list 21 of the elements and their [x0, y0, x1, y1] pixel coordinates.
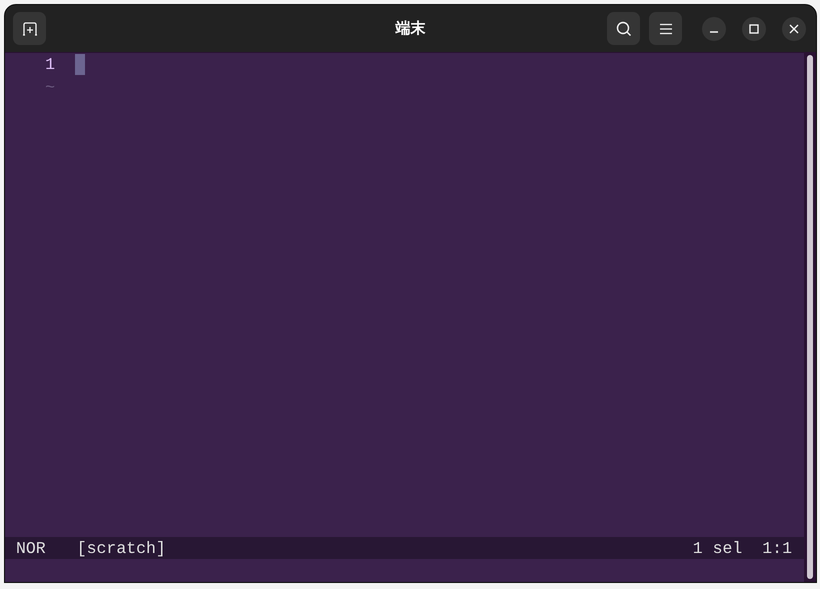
minimize-button[interactable]	[702, 16, 726, 40]
minimize-icon	[710, 30, 718, 32]
mode-indicator: NOR	[16, 538, 46, 558]
scrollbar-thumb[interactable]	[807, 55, 813, 579]
selection-count: 1 sel	[692, 538, 742, 558]
search-icon	[616, 20, 632, 36]
new-tab-button[interactable]	[13, 12, 46, 45]
search-button[interactable]	[607, 12, 640, 45]
empty-line-marker: ~	[44, 78, 55, 97]
buffer-name: [scratch]	[76, 538, 166, 558]
maximize-button[interactable]	[742, 16, 766, 40]
menu-icon	[658, 22, 672, 34]
close-button[interactable]	[782, 16, 806, 40]
window-title: 端末	[396, 19, 426, 38]
cursor-position: 1:1	[762, 538, 792, 558]
line-number: 1	[44, 55, 55, 74]
menu-button[interactable]	[649, 12, 682, 45]
cursor	[75, 54, 85, 75]
new-tab-icon	[22, 20, 38, 36]
maximize-icon	[749, 24, 759, 34]
close-icon	[789, 24, 799, 34]
